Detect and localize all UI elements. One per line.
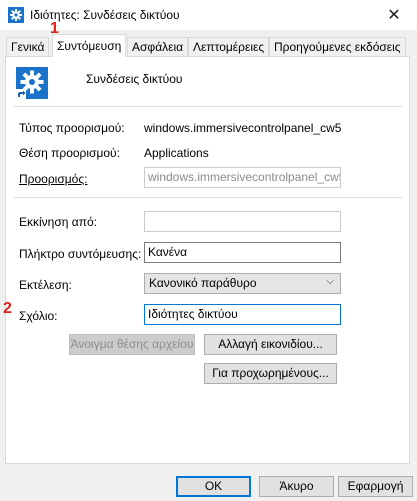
separator — [14, 197, 402, 198]
target-type-label: Τύπος προορισμού: — [19, 121, 125, 135]
comment-label: Σχόλιο: — [19, 309, 58, 323]
hotkey-field[interactable]: Κανένα — [144, 242, 341, 263]
tab-general[interactable]: Γενικά — [6, 37, 50, 56]
apply-button[interactable]: Εφαρμογή — [338, 476, 413, 497]
run-select-value: Κανονικό παράθυρο — [149, 276, 257, 290]
separator — [14, 106, 402, 107]
run-label: Εκτέλεση: — [19, 278, 72, 292]
shortcut-name: Συνδέσεις δικτύου — [86, 72, 183, 86]
run-select[interactable]: Κανονικό παράθυρο ⌵ — [144, 273, 341, 294]
tab-shortcut[interactable]: Συντόμευση — [52, 34, 127, 57]
cancel-button[interactable]: Άκυρο — [259, 476, 334, 497]
title-bar[interactable]: Ιδιότητες: Συνδέσεις δικτύου ✕ — [0, 0, 417, 30]
network-settings-icon — [16, 67, 48, 99]
tab-security[interactable]: Ασφάλεια — [127, 37, 189, 56]
network-settings-icon — [8, 7, 24, 23]
ok-button[interactable]: ΟΚ — [176, 476, 251, 497]
target-location-label: Θέση προορισμού: — [19, 146, 120, 160]
comment-field[interactable]: Ιδιότητες δικτύου — [144, 304, 341, 325]
hotkey-label: Πλήκτρο συντόμευσης: — [19, 247, 142, 261]
tab-details[interactable]: Λεπτομέρειες — [188, 37, 270, 56]
shortcut-tab-panel: Συνδέσεις δικτύου Τύπος προορισμού: wind… — [5, 56, 410, 464]
open-file-location-button[interactable]: Άνοιγμα θέσης αρχείου — [69, 334, 195, 355]
target-label-text: Προορισμός: — [19, 172, 88, 186]
target-location-value: Applications — [144, 146, 209, 160]
target-field[interactable]: windows.immersivecontrolpanel_cw5n1h — [144, 167, 341, 188]
start-in-label: Εκκίνηση από: — [19, 215, 97, 229]
change-icon-button[interactable]: Αλλαγή εικονιδίου... — [204, 334, 337, 355]
start-in-field[interactable] — [144, 211, 341, 232]
advanced-button[interactable]: Για προχωρημένους... — [204, 363, 337, 384]
chevron-down-icon: ⌵ — [326, 276, 334, 287]
close-icon[interactable]: ✕ — [371, 0, 417, 30]
step-marker-2: 2 — [3, 300, 12, 317]
tab-previous-versions[interactable]: Προηγούμενες εκδόσεις — [269, 37, 406, 56]
target-type-value: windows.immersivecontrolpanel_cw5n1h2 — [144, 121, 342, 135]
target-label: Προορισμός: — [19, 172, 87, 186]
properties-dialog: Ιδιότητες: Συνδέσεις δικτύου ✕ 1 Γενικά … — [0, 0, 417, 501]
